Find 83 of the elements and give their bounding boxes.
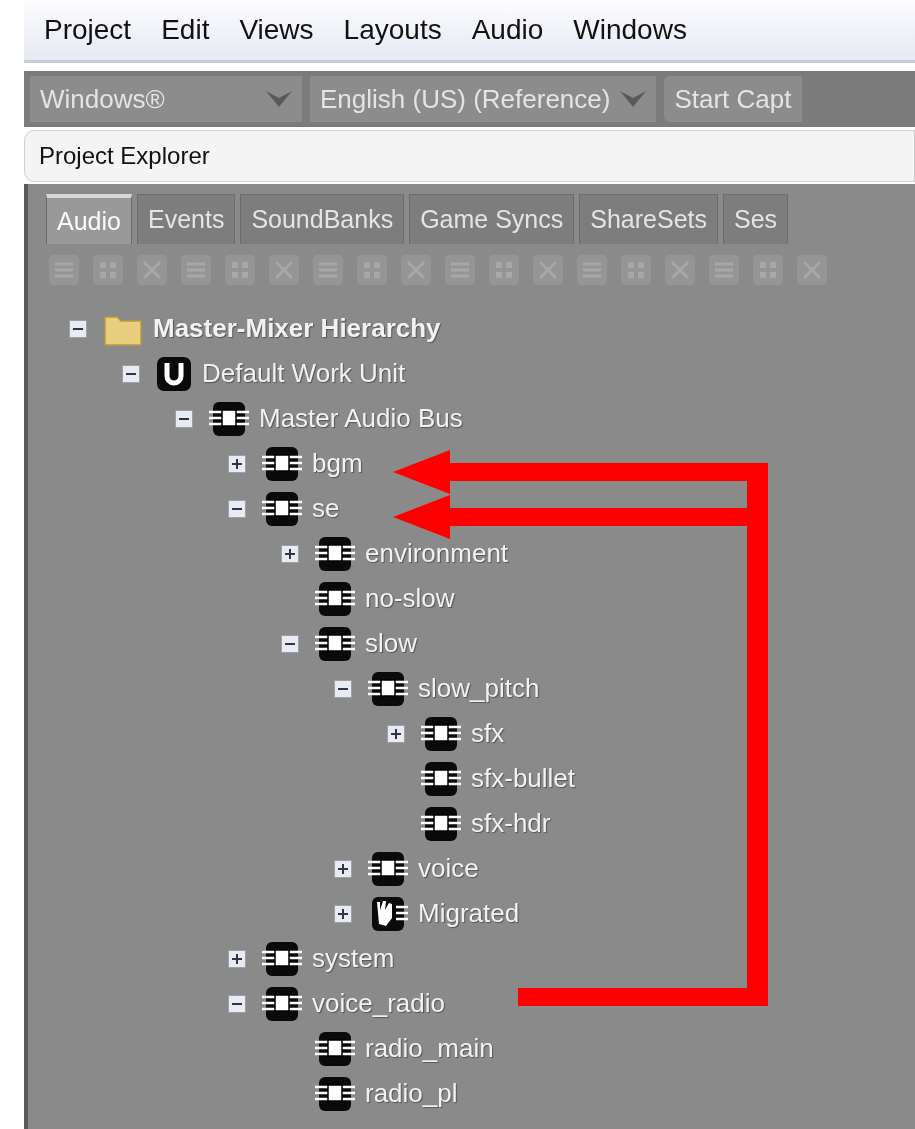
tree-item[interactable]: sfx-bullet bbox=[471, 763, 576, 794]
toggle-icon[interactable] bbox=[334, 904, 352, 923]
tab[interactable]: ShareSets bbox=[579, 194, 719, 244]
bus-icon bbox=[209, 400, 249, 437]
tree-item[interactable]: radio_main bbox=[365, 1033, 494, 1064]
tree-item[interactable]: system bbox=[312, 943, 395, 974]
menu-item[interactable]: Project bbox=[44, 14, 132, 46]
toggle-icon[interactable] bbox=[228, 994, 246, 1013]
tree-item[interactable]: environment bbox=[365, 538, 509, 569]
toolbar-icon[interactable] bbox=[398, 252, 434, 288]
tree-item[interactable]: bgm bbox=[312, 448, 363, 479]
bus-icon bbox=[421, 805, 461, 842]
toggle-icon[interactable] bbox=[334, 679, 352, 698]
tree-item[interactable]: Migrated bbox=[418, 898, 520, 929]
toolbar-icon[interactable] bbox=[530, 252, 566, 288]
toolbar-icon[interactable] bbox=[178, 252, 214, 288]
tree-item[interactable]: slow bbox=[365, 628, 417, 659]
menu-item[interactable]: Windows bbox=[573, 14, 687, 46]
toolbar-icon[interactable] bbox=[618, 252, 654, 288]
panel-title: Project Explorer bbox=[24, 130, 915, 182]
bus-icon bbox=[315, 625, 355, 662]
toggle-icon[interactable] bbox=[228, 949, 246, 968]
work-unit-icon bbox=[156, 355, 192, 392]
toolbar-icon[interactable] bbox=[794, 252, 830, 288]
toolbar-icon[interactable] bbox=[266, 252, 302, 288]
tree-item[interactable]: Default Work Unit bbox=[202, 358, 406, 389]
dropdown[interactable]: English (US) (Reference) bbox=[310, 76, 657, 122]
bus-icon bbox=[262, 940, 302, 977]
menu-item[interactable]: Layouts bbox=[343, 14, 442, 46]
toggle-icon[interactable] bbox=[228, 454, 246, 473]
toggle-icon[interactable] bbox=[387, 724, 405, 743]
tab[interactable]: Events bbox=[136, 194, 236, 244]
tab[interactable]: Ses bbox=[723, 194, 789, 244]
tree-item[interactable]: sfx-hdr bbox=[471, 808, 551, 839]
bus-icon bbox=[368, 850, 408, 887]
toolbar-icon[interactable] bbox=[310, 252, 346, 288]
bus-icon bbox=[262, 445, 302, 482]
caret-icon bbox=[618, 89, 649, 109]
bus-icon bbox=[421, 760, 461, 797]
tree-item[interactable]: voice bbox=[418, 853, 479, 884]
toolbar-icon[interactable] bbox=[354, 252, 390, 288]
toolbar-icon[interactable] bbox=[706, 252, 742, 288]
toolbar-icon[interactable] bbox=[90, 252, 126, 288]
tree-item[interactable]: se bbox=[312, 493, 340, 524]
toggle-icon[interactable] bbox=[281, 544, 299, 563]
toolbar-icon[interactable] bbox=[134, 252, 170, 288]
bus-icon bbox=[315, 1030, 355, 1067]
tab[interactable]: Game Syncs bbox=[409, 194, 575, 244]
tab[interactable]: Audio bbox=[46, 194, 132, 244]
toggle-icon[interactable] bbox=[122, 364, 140, 383]
menu-item[interactable]: Views bbox=[239, 14, 314, 46]
menu-item[interactable]: Edit bbox=[161, 14, 210, 46]
toggle-icon[interactable] bbox=[69, 319, 87, 338]
bus-icon bbox=[262, 985, 302, 1022]
toolbar-icon[interactable] bbox=[750, 252, 786, 288]
tree-item[interactable]: no-slow bbox=[365, 583, 455, 614]
caret-icon bbox=[264, 89, 294, 109]
tree-item[interactable]: voice_radio bbox=[312, 988, 445, 1019]
toolbar-icon[interactable] bbox=[46, 252, 82, 288]
toolbar-icon[interactable] bbox=[222, 252, 258, 288]
bus-icon bbox=[368, 670, 408, 707]
tree-item[interactable]: radio_pl bbox=[365, 1078, 458, 1109]
bus-icon bbox=[421, 715, 461, 752]
tree-item[interactable]: Master-Mixer Hierarchy bbox=[153, 313, 441, 344]
bus-icon bbox=[315, 535, 355, 572]
capture-button[interactable]: Start Capt bbox=[664, 76, 802, 122]
toolbar-icon[interactable] bbox=[486, 252, 522, 288]
tree-item[interactable]: Master Audio Bus bbox=[259, 403, 463, 434]
tab[interactable]: SoundBanks bbox=[240, 194, 405, 244]
toggle-icon[interactable] bbox=[334, 859, 352, 878]
toolbar-icon[interactable] bbox=[442, 252, 478, 288]
bus-icon bbox=[315, 1075, 355, 1112]
tree-item[interactable]: sfx bbox=[471, 718, 505, 749]
toggle-icon[interactable] bbox=[175, 409, 193, 428]
dropdown[interactable]: Windows® bbox=[30, 76, 302, 122]
tree-item[interactable]: slow_pitch bbox=[418, 673, 540, 704]
toggle-icon[interactable] bbox=[228, 499, 246, 518]
menu-item[interactable]: Audio bbox=[471, 14, 544, 46]
toolbar-icon[interactable] bbox=[574, 252, 610, 288]
toggle-icon[interactable] bbox=[281, 634, 299, 653]
bus-icon bbox=[262, 490, 302, 527]
bus-icon bbox=[315, 580, 355, 617]
toolbar-icon[interactable] bbox=[662, 252, 698, 288]
